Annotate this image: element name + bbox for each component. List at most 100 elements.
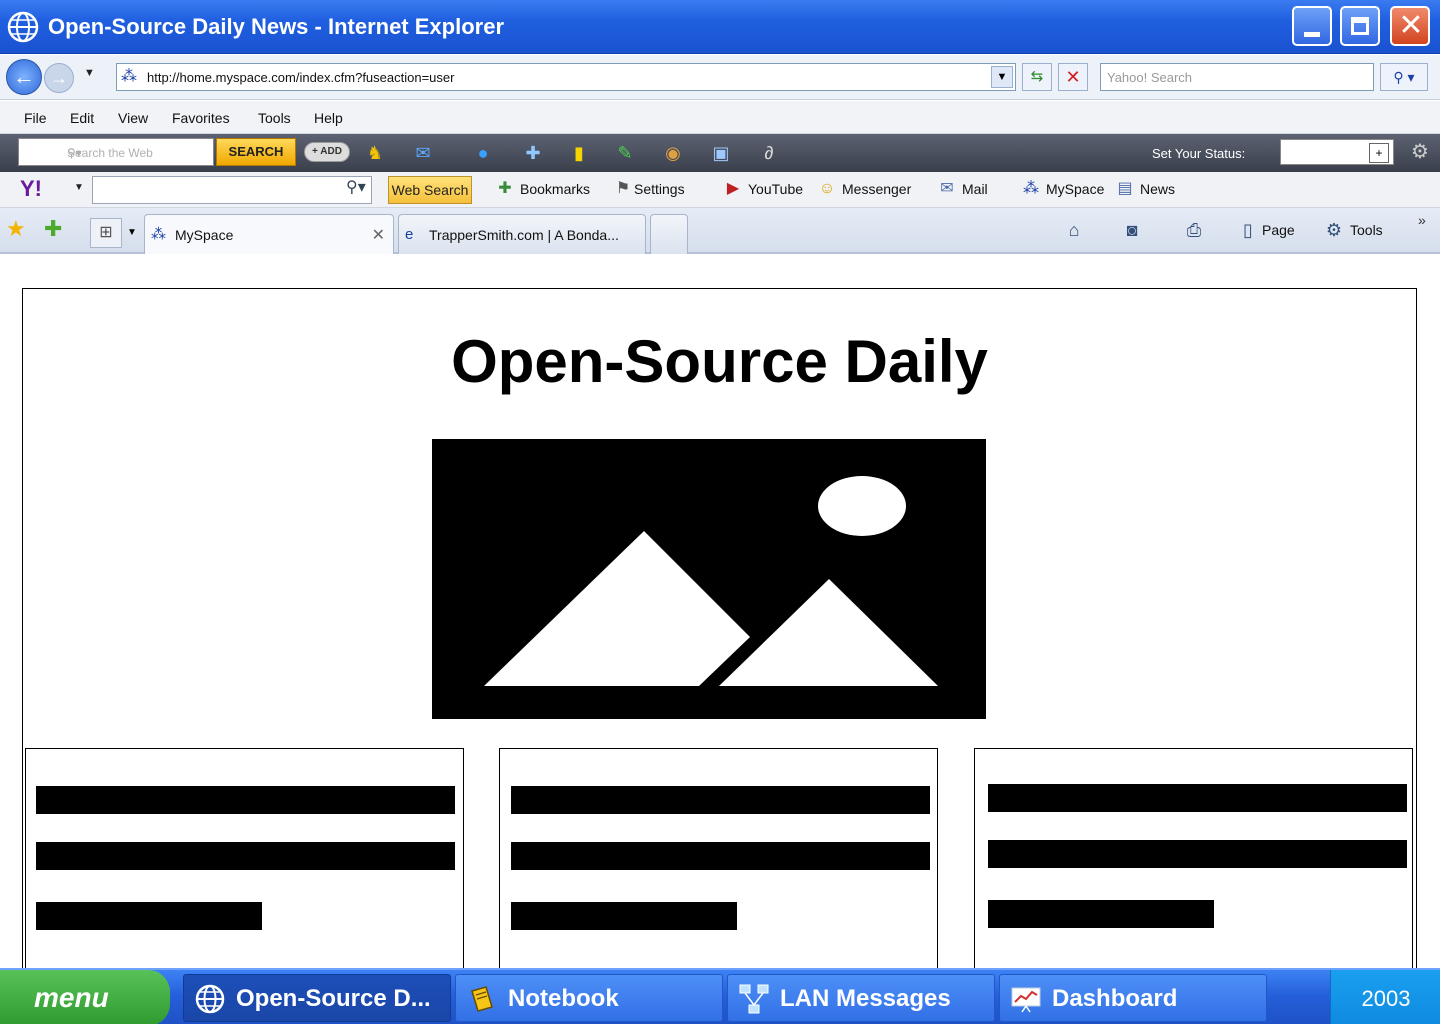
note-icon[interactable]: ▮ <box>568 142 590 164</box>
home-icon[interactable]: ⌂ <box>1062 218 1086 242</box>
myspace-icon: ⁂ <box>151 226 166 243</box>
menu-favorites[interactable]: Favorites <box>172 110 230 126</box>
article-card[interactable] <box>499 748 938 978</box>
myspace-link[interactable]: MySpace <box>1046 181 1104 197</box>
stop-button[interactable]: ✕ <box>1058 63 1088 91</box>
task-lan-messages[interactable]: LAN Messages <box>727 974 995 1022</box>
page-menu[interactable]: Page <box>1262 222 1295 238</box>
search-button[interactable]: SEARCH <box>216 138 296 166</box>
history-dropdown-icon[interactable]: ▼ <box>84 67 100 87</box>
text-placeholder <box>988 840 1407 868</box>
bookmarks-link[interactable]: Bookmarks <box>520 181 590 197</box>
add-button[interactable]: + ADD <box>304 142 350 162</box>
tab-label: MySpace <box>175 227 234 243</box>
yahoo-logo[interactable]: Y! <box>20 176 42 202</box>
task-dashboard[interactable]: Dashboard <box>999 974 1267 1022</box>
window-title: Open-Source Daily News - Internet Explor… <box>48 14 505 39</box>
favorites-star-icon[interactable]: ★ <box>6 216 26 242</box>
back-button[interactable]: ← <box>6 59 42 95</box>
leaf-icon[interactable]: ✎ <box>614 142 636 164</box>
camera-icon[interactable]: ▣ <box>710 142 732 164</box>
task-notebook[interactable]: Notebook <box>455 974 723 1022</box>
web-search-button[interactable]: Web Search <box>388 176 472 204</box>
yahoo-search-input[interactable]: Yahoo! Search <box>1100 63 1374 91</box>
messenger-link[interactable]: Messenger <box>842 181 911 197</box>
mail-icon: ✉ <box>940 180 954 197</box>
youtube-icon: ▶ <box>726 180 740 197</box>
gear-icon[interactable]: ⚙ <box>1408 140 1432 164</box>
status-label: Set Your Status: <box>1152 146 1246 161</box>
puzzle-icon[interactable]: ✚ <box>522 142 544 164</box>
myspace-icon: ⁂ <box>1023 180 1039 197</box>
quick-tabs-icon[interactable]: ⊞ <box>90 218 122 248</box>
chat-bubble-icon[interactable]: ● <box>472 142 494 164</box>
runner-icon[interactable]: ♞ <box>364 142 386 164</box>
text-placeholder <box>36 842 455 870</box>
status-expand-icon[interactable]: + <box>1369 143 1389 163</box>
close-button[interactable]: ✕ <box>1390 6 1430 46</box>
taskbar: menu Open-Source D... Notebook LAN Messa… <box>0 968 1440 1024</box>
page-icon: ▯ <box>1243 220 1253 240</box>
record-icon[interactable]: ◉ <box>662 142 684 164</box>
search-icon[interactable]: ⚲▾ <box>346 177 366 197</box>
menu-bar: File Edit View Favorites Tools Help <box>0 101 1440 134</box>
minimize-button[interactable] <box>1292 6 1332 46</box>
chevron-more-icon[interactable]: » <box>1418 212 1426 228</box>
chevron-down-icon[interactable]: ▼ <box>74 182 84 193</box>
address-toolbar: ← → ▼ ⁂ http://home.myspace.com/index.cf… <box>0 55 1440 100</box>
link-icon[interactable]: ∂ <box>758 142 780 164</box>
text-placeholder <box>511 902 737 930</box>
task-open-source-daily[interactable]: Open-Source D... <box>183 974 451 1022</box>
menu-tools[interactable]: Tools <box>258 110 291 126</box>
globe-icon <box>195 984 225 1014</box>
image-placeholder-icon <box>432 439 986 719</box>
menu-view[interactable]: View <box>118 110 148 126</box>
address-url: http://home.myspace.com/index.cfm?fuseac… <box>147 70 455 85</box>
mail-link[interactable]: Mail <box>962 181 988 197</box>
tab-trappersmith[interactable]: e TrapperSmith.com | A Bonda... <box>398 214 646 254</box>
menu-file[interactable]: File <box>24 110 47 126</box>
chevron-down-icon[interactable]: ▼ <box>991 66 1013 88</box>
start-menu-button[interactable]: menu <box>0 970 170 1024</box>
chart-icon <box>1011 987 1041 1013</box>
text-placeholder <box>988 784 1407 812</box>
mail-icon[interactable]: ✉ <box>412 142 434 164</box>
news-link[interactable]: News <box>1140 181 1175 197</box>
yahoo-toolbar: Y! ▼ ⚲▾ Web Search ✚ Bookmarks ⚑ Setting… <box>0 172 1440 208</box>
bookmark-icon: ✚ <box>498 180 512 197</box>
tab-label: TrapperSmith.com | A Bonda... <box>429 227 619 243</box>
news-icon: ▤ <box>1117 180 1133 197</box>
maximize-button[interactable] <box>1340 6 1380 46</box>
menu-help[interactable]: Help <box>314 110 343 126</box>
myspace-favicon-icon: ⁂ <box>121 68 137 85</box>
feeds-icon[interactable]: ◙ <box>1120 218 1144 242</box>
article-card[interactable] <box>25 748 464 978</box>
article-card[interactable] <box>974 748 1413 978</box>
yahoo-toolbar-input[interactable] <box>92 176 372 204</box>
clock[interactable]: 2003 <box>1331 986 1440 1012</box>
text-placeholder <box>511 842 930 870</box>
notebook-icon <box>471 986 493 1012</box>
page-title: Open-Source Daily <box>451 328 988 395</box>
refresh-button[interactable]: ⇆ <box>1022 63 1052 91</box>
task-label: Open-Source D... <box>236 985 431 1012</box>
status-input[interactable]: + <box>1280 139 1394 165</box>
print-icon[interactable]: ⎙ <box>1182 218 1206 242</box>
close-tab-icon[interactable]: ✕ <box>372 225 385 245</box>
search-icon[interactable]: ⚲ ▾ <box>1380 63 1428 91</box>
new-tab-button[interactable] <box>650 214 688 254</box>
chevron-down-icon[interactable]: ▼ <box>124 218 140 248</box>
menu-edit[interactable]: Edit <box>70 110 94 126</box>
forward-button[interactable]: → <box>44 63 74 93</box>
tab-myspace[interactable]: ⁂ MySpace ✕ <box>144 214 394 254</box>
globe-icon <box>7 11 39 43</box>
youtube-link[interactable]: YouTube <box>748 181 803 197</box>
task-label: Dashboard <box>1052 985 1178 1012</box>
address-field[interactable]: ⁂ http://home.myspace.com/index.cfm?fuse… <box>116 63 1016 91</box>
text-placeholder <box>36 902 262 930</box>
add-favorite-icon[interactable]: ✚ <box>44 216 62 242</box>
minimize-icon <box>1304 32 1320 37</box>
tools-menu[interactable]: Tools <box>1350 222 1383 238</box>
settings-link[interactable]: Settings <box>634 181 685 197</box>
web-search-input[interactable]: ⚲▾ Search the Web <box>18 138 214 166</box>
